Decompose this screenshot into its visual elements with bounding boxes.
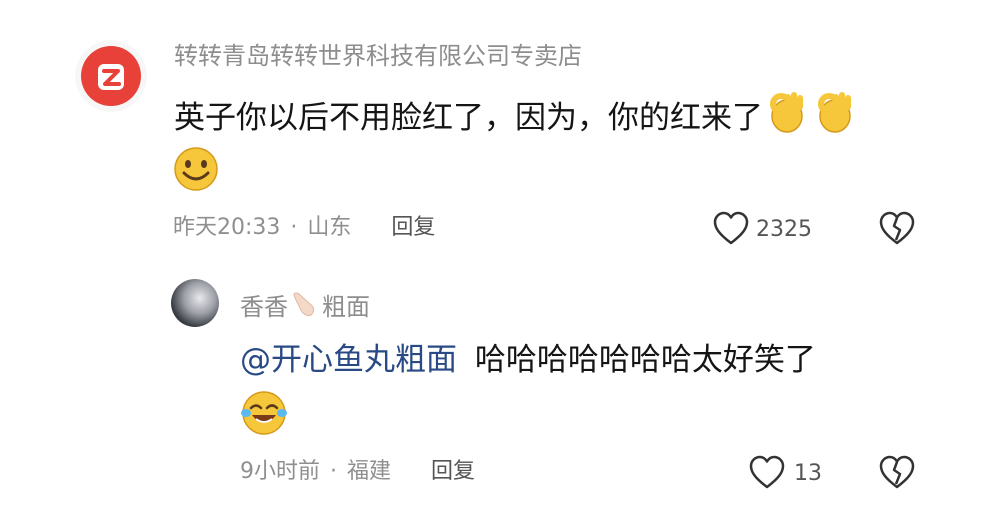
reply-username-text: 香香 [240,293,288,321]
reply-text: 哈哈哈哈哈哈哈太好笑了 [474,342,816,378]
reply-location: 福建 [347,459,392,484]
reply-button[interactable]: 回复 [431,457,475,487]
comment-location: 山东 [307,215,352,240]
heart-icon [712,210,750,250]
comment-username[interactable]: 转转青岛转转世界科技有限公司专卖店 [174,40,582,72]
dislike-button[interactable] [878,454,916,494]
comment-body: 英子你以后不用脸红了，因为，你的红来了 [174,90,857,146]
ok-hand-emoji [813,90,857,146]
reply-button[interactable]: 回复 [391,213,435,243]
broken-heart-icon [878,211,916,250]
meta-separator: · [290,215,298,240]
like-count: 2325 [756,217,812,242]
smile-emoji [172,145,220,197]
like-button[interactable]: 13 [748,454,822,494]
reply-time: 9小时前 [240,459,320,484]
reply-username-suffix: 粗面 [322,293,370,321]
comment-meta: 昨天20:33 · 山东 回复 [173,213,435,243]
ok-hand-emoji [765,90,809,146]
like-count: 13 [794,461,822,486]
broken-heart-icon [878,455,916,494]
avatar[interactable] [171,279,219,327]
reply-meta: 9小时前 · 福建 回复 [240,457,475,487]
like-button[interactable]: 2325 [712,210,812,250]
heart-icon [748,454,786,494]
reply-username[interactable]: 香香 粗面 [240,288,370,326]
mention-link[interactable]: @开心鱼丸粗面 [240,342,457,378]
reply-body: @开心鱼丸粗面 哈哈哈哈哈哈哈太好笑了 [240,338,816,382]
dislike-button[interactable] [878,210,916,250]
tears-of-joy-emoji [240,389,288,441]
comment-time: 昨天20:33 [173,215,281,240]
avatar[interactable] [75,40,147,112]
finger-emoji [290,288,320,326]
comment-text: 英子你以后不用脸红了，因为，你的红来了 [174,100,763,136]
meta-separator: · [330,459,337,484]
brand-logo-icon [81,46,141,106]
